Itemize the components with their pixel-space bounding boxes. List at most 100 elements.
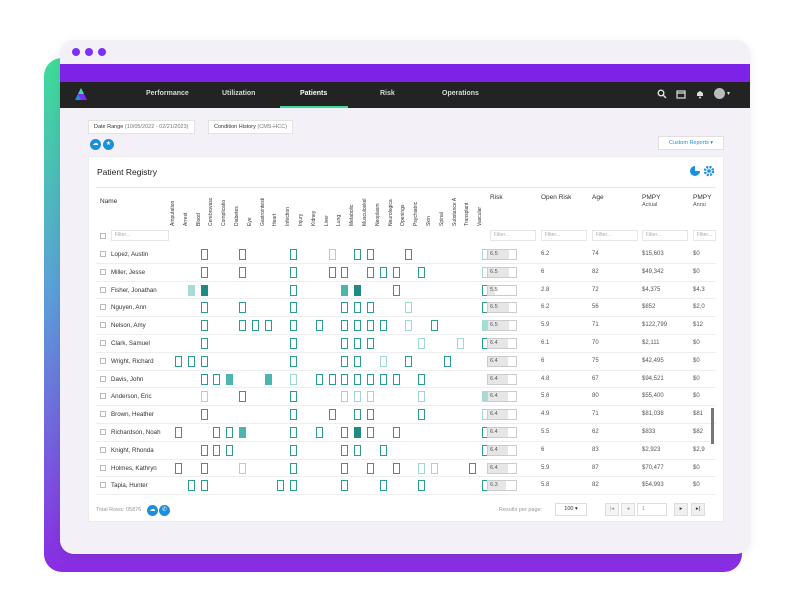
condition-marker[interactable] xyxy=(200,320,208,332)
condition-marker[interactable] xyxy=(290,320,298,332)
column-header-age[interactable]: Age xyxy=(592,194,604,201)
condition-marker[interactable] xyxy=(239,427,246,438)
patient-name[interactable]: Nelson, Amy xyxy=(111,322,146,329)
row-checkbox[interactable] xyxy=(100,411,106,418)
condition-marker[interactable] xyxy=(354,355,362,367)
condition-marker[interactable] xyxy=(341,284,349,296)
condition-marker[interactable] xyxy=(200,355,208,367)
row-checkbox[interactable] xyxy=(100,393,106,400)
condition-marker[interactable] xyxy=(290,302,298,314)
row-checkbox[interactable] xyxy=(100,464,106,471)
row-checkbox[interactable] xyxy=(100,357,106,364)
condition-marker[interactable] xyxy=(200,373,208,385)
condition-marker[interactable] xyxy=(200,391,208,403)
column-header-open-risk[interactable]: Open Risk xyxy=(541,194,571,201)
condition-marker[interactable] xyxy=(405,249,413,260)
condition-marker[interactable] xyxy=(264,320,272,332)
condition-marker[interactable] xyxy=(187,284,195,296)
condition-marker[interactable] xyxy=(290,444,298,456)
condition-marker[interactable] xyxy=(315,427,323,438)
condition-marker[interactable] xyxy=(200,480,208,492)
condition-marker[interactable] xyxy=(392,373,400,385)
table-row[interactable]: Davis, John 6.4 4.8 67 $94,521 $0 xyxy=(96,371,716,389)
app-logo-icon[interactable] xyxy=(74,87,88,101)
condition-marker[interactable] xyxy=(239,302,246,314)
condition-marker[interactable] xyxy=(354,338,362,349)
column-filter-input[interactable]: Filter... xyxy=(490,230,536,241)
row-checkbox[interactable] xyxy=(100,251,106,257)
condition-marker[interactable] xyxy=(405,320,413,332)
pie-chart-icon[interactable] xyxy=(689,165,701,177)
condition-marker[interactable] xyxy=(354,427,362,438)
condition-marker[interactable] xyxy=(200,266,208,278)
condition-marker[interactable] xyxy=(341,266,349,278)
condition-marker[interactable] xyxy=(200,338,208,349)
condition-marker[interactable] xyxy=(405,302,413,314)
condition-marker[interactable] xyxy=(200,409,208,421)
condition-marker[interactable] xyxy=(290,355,298,367)
row-checkbox[interactable] xyxy=(100,268,106,275)
condition-marker[interactable] xyxy=(392,266,400,278)
condition-marker[interactable] xyxy=(251,320,259,332)
condition-marker[interactable] xyxy=(341,338,349,349)
condition-marker[interactable] xyxy=(226,373,234,385)
condition-marker[interactable] xyxy=(200,462,208,474)
condition-marker[interactable] xyxy=(290,249,298,260)
patient-name[interactable]: Lopez, Austin xyxy=(111,251,148,258)
patient-name[interactable]: Miller, Jesse xyxy=(111,269,145,276)
condition-marker[interactable] xyxy=(418,373,426,385)
condition-marker[interactable] xyxy=(418,391,426,403)
condition-marker[interactable] xyxy=(367,373,374,385)
condition-marker[interactable] xyxy=(341,302,349,314)
condition-marker[interactable] xyxy=(456,338,464,349)
condition-marker[interactable] xyxy=(187,480,195,492)
condition-marker[interactable] xyxy=(264,373,272,385)
condition-marker[interactable] xyxy=(354,391,362,403)
condition-marker[interactable] xyxy=(341,444,349,456)
condition-marker[interactable] xyxy=(431,462,438,474)
patient-name[interactable]: Holmes, Kathryn xyxy=(111,465,157,472)
condition-marker[interactable] xyxy=(315,373,323,385)
row-checkbox[interactable] xyxy=(100,286,106,293)
condition-marker[interactable] xyxy=(341,427,349,438)
cloud-filter-icon[interactable]: ☁ xyxy=(90,139,101,150)
row-checkbox[interactable] xyxy=(100,304,106,311)
condition-marker[interactable] xyxy=(367,249,374,260)
condition-marker[interactable] xyxy=(367,338,374,349)
condition-marker[interactable] xyxy=(200,444,208,456)
condition-marker[interactable] xyxy=(367,302,374,314)
condition-marker[interactable] xyxy=(392,462,400,474)
condition-marker[interactable] xyxy=(290,266,298,278)
vertical-scrollbar[interactable] xyxy=(711,408,714,444)
gear-icon[interactable] xyxy=(703,165,715,177)
tab-utilization[interactable]: Utilization xyxy=(222,90,255,97)
condition-marker[interactable] xyxy=(418,480,426,492)
row-checkbox[interactable] xyxy=(100,429,106,435)
condition-marker[interactable] xyxy=(341,462,349,474)
condition-marker[interactable] xyxy=(354,249,362,260)
table-row[interactable]: Wright, Richard 6.4 6 75 $42,495 $0 xyxy=(96,353,716,371)
table-row[interactable]: Brown, Heather 6.4 4.9 71 $81,038 $81 xyxy=(96,406,716,424)
condition-history-filter[interactable]: Condition History (CMS-HCC) xyxy=(208,120,294,134)
condition-marker[interactable] xyxy=(213,427,221,438)
condition-marker[interactable] xyxy=(341,355,349,367)
tab-patients[interactable]: Patients xyxy=(300,90,327,97)
condition-marker[interactable] xyxy=(290,373,298,385)
condition-marker[interactable] xyxy=(290,409,298,421)
star-filter-icon[interactable]: ★ xyxy=(103,139,114,150)
condition-marker[interactable] xyxy=(290,480,298,492)
table-row[interactable]: Knight, Rhonda 6.4 6 83 $2,923 $2,9 xyxy=(96,442,716,460)
table-row[interactable]: Richardson, Noah 6.4 5.5 62 $833 $82 xyxy=(96,424,716,442)
condition-marker[interactable] xyxy=(290,427,298,438)
condition-marker[interactable] xyxy=(354,284,362,296)
condition-marker[interactable] xyxy=(443,355,451,367)
condition-marker[interactable] xyxy=(379,266,387,278)
condition-marker[interactable] xyxy=(354,373,362,385)
column-filter-input[interactable]: Filter... xyxy=(642,230,688,241)
condition-marker[interactable] xyxy=(379,444,387,456)
condition-marker[interactable] xyxy=(367,391,374,403)
condition-marker[interactable] xyxy=(418,462,426,474)
condition-marker[interactable] xyxy=(239,266,246,278)
cloud-export-icon[interactable]: ☁ xyxy=(147,505,158,516)
condition-marker[interactable] xyxy=(469,462,477,474)
